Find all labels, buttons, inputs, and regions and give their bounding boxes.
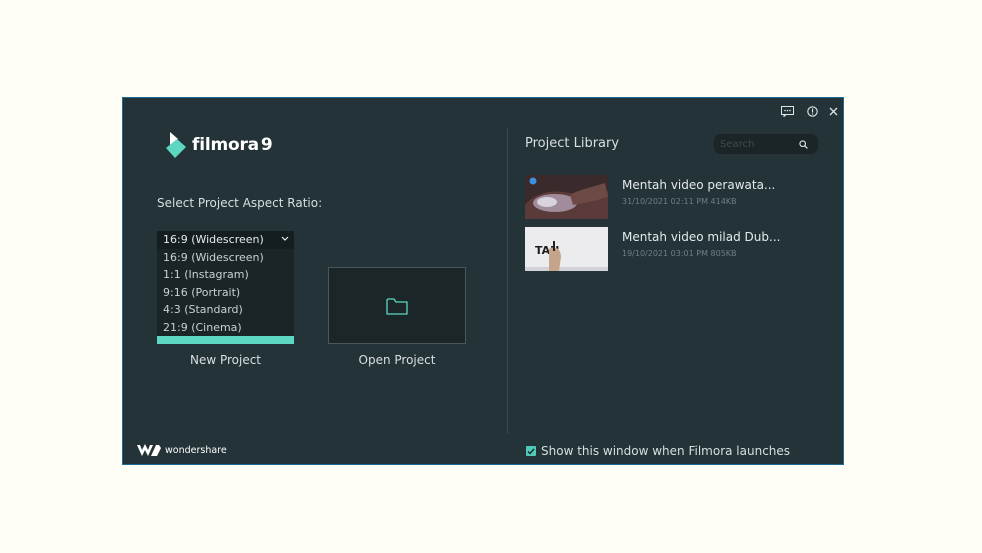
info-icon[interactable] <box>805 104 819 118</box>
project-item[interactable]: TAN Mentah video milad Dub... 19/10/2021… <box>525 227 815 271</box>
open-project-label: Open Project <box>358 353 436 367</box>
filmora-logo: filmora 9 <box>165 131 273 159</box>
show-on-launch-option: Show this window when Filmora launches <box>526 444 790 458</box>
aspect-ratio-dropdown[interactable]: 16:9 (Widescreen) <box>157 231 294 249</box>
project-thumbnail: TAN <box>525 227 608 271</box>
aspect-ratio-options: 16:9 (Widescreen) 1:1 (Instagram) 9:16 (… <box>157 249 294 338</box>
show-on-launch-label: Show this window when Filmora launches <box>541 444 791 458</box>
aspect-ratio-label: Select Project Aspect Ratio: <box>157 196 323 210</box>
new-project-label: New Project <box>189 353 262 367</box>
wondershare-text: wondershare <box>165 445 227 456</box>
project-title: Mentah video milad Dub... <box>622 230 781 244</box>
dropdown-selected-value: 16:9 (Widescreen) <box>163 233 264 246</box>
chevron-down-icon <box>281 236 289 241</box>
feedback-icon[interactable] <box>780 104 794 118</box>
dropdown-option[interactable]: 21:9 (Cinema) <box>157 319 294 336</box>
check-icon <box>527 448 535 455</box>
dropdown-option[interactable]: 16:9 (Widescreen) <box>157 249 294 266</box>
wondershare-logo: wondershare <box>137 444 227 457</box>
close-icon[interactable] <box>826 104 840 118</box>
dropdown-option[interactable]: 9:16 (Portrait) <box>157 284 294 301</box>
project-thumbnail <box>525 175 608 219</box>
dropdown-option[interactable]: 1:1 (Instagram) <box>157 266 294 283</box>
filmora-logo-icon <box>166 132 186 158</box>
dropdown-option[interactable]: 4:3 (Standard) <box>157 301 294 318</box>
show-on-launch-checkbox[interactable] <box>526 446 536 456</box>
new-project-button[interactable] <box>157 336 294 344</box>
logo-text: filmora 9 <box>192 135 273 155</box>
project-library-title: Project Library <box>525 136 620 151</box>
open-project-button[interactable] <box>328 267 466 344</box>
search-icon[interactable] <box>799 140 808 149</box>
wondershare-logo-icon <box>137 444 161 456</box>
startup-window: filmora 9 Select Project Aspect Ratio: 16… <box>122 97 844 465</box>
project-meta: 19/10/2021 03:01 PM 805KB <box>622 249 737 258</box>
panel-divider <box>507 128 508 434</box>
project-item[interactable]: Mentah video perawata... 31/10/2021 02:1… <box>525 175 815 219</box>
project-meta: 31/10/2021 02:11 PM 414KB <box>622 197 737 206</box>
folder-icon <box>386 297 408 315</box>
project-title: Mentah video perawata... <box>622 178 776 192</box>
